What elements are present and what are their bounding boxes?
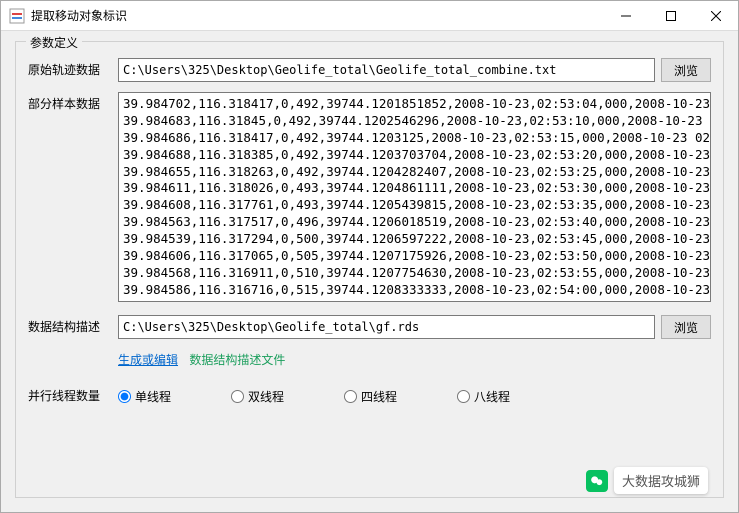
thread-radio-label: 八线程 <box>474 388 510 405</box>
raw-track-label: 原始轨迹数据 <box>28 58 118 78</box>
raw-track-input[interactable] <box>118 58 655 82</box>
thread-radio-t4[interactable] <box>344 390 357 403</box>
window-controls <box>603 1 738 30</box>
struct-file-text: 数据结构描述文件 <box>189 353 285 367</box>
thread-option-t8[interactable]: 八线程 <box>457 388 510 405</box>
watermark: 大数据攻城狮 <box>586 467 708 494</box>
thread-option-t4[interactable]: 四线程 <box>344 388 397 405</box>
thread-options: 单线程 双线程 四线程 八线程 <box>118 384 510 405</box>
sample-label: 部分样本数据 <box>28 92 118 112</box>
maximize-button[interactable] <box>648 1 693 30</box>
struct-links: 生成或编辑 数据结构描述文件 <box>118 351 711 368</box>
watermark-text: 大数据攻城狮 <box>614 467 708 494</box>
browse-struct-button[interactable]: 浏览 <box>661 315 711 339</box>
thread-option-t1[interactable]: 单线程 <box>118 388 171 405</box>
browse-raw-button[interactable]: 浏览 <box>661 58 711 82</box>
main-window: 提取移动对象标识 参数定义 原始轨迹数据 浏览 部 <box>0 0 739 513</box>
content-area: 参数定义 原始轨迹数据 浏览 部分样本数据 39.984702,116.3184… <box>1 31 738 512</box>
thread-label: 并行线程数量 <box>28 384 118 404</box>
thread-radio-label: 四线程 <box>361 388 397 405</box>
thread-option-t2[interactable]: 双线程 <box>231 388 284 405</box>
thread-radio-t1[interactable] <box>118 390 131 403</box>
thread-radio-t8[interactable] <box>457 390 470 403</box>
thread-row: 并行线程数量 单线程 双线程 四线程 八线程 <box>28 384 711 405</box>
sample-textarea[interactable]: 39.984702,116.318417,0,492,39744.1201851… <box>118 92 711 302</box>
close-button[interactable] <box>693 1 738 30</box>
thread-radio-label: 双线程 <box>248 388 284 405</box>
struct-label: 数据结构描述 <box>28 315 118 335</box>
app-icon <box>9 8 25 24</box>
titlebar: 提取移动对象标识 <box>1 1 738 31</box>
thread-radio-t2[interactable] <box>231 390 244 403</box>
struct-row: 数据结构描述 浏览 生成或编辑 数据结构描述文件 <box>28 315 711 368</box>
struct-input[interactable] <box>118 315 655 339</box>
raw-track-row: 原始轨迹数据 浏览 <box>28 58 711 82</box>
window-title: 提取移动对象标识 <box>31 7 603 24</box>
wechat-icon <box>586 470 608 492</box>
minimize-button[interactable] <box>603 1 648 30</box>
sample-row: 部分样本数据 39.984702,116.318417,0,492,39744.… <box>28 92 711 305</box>
generate-edit-link[interactable]: 生成或编辑 <box>118 353 178 367</box>
groupbox-title: 参数定义 <box>26 34 82 51</box>
thread-radio-label: 单线程 <box>135 388 171 405</box>
params-groupbox: 参数定义 原始轨迹数据 浏览 部分样本数据 39.984702,116.3184… <box>15 41 724 498</box>
